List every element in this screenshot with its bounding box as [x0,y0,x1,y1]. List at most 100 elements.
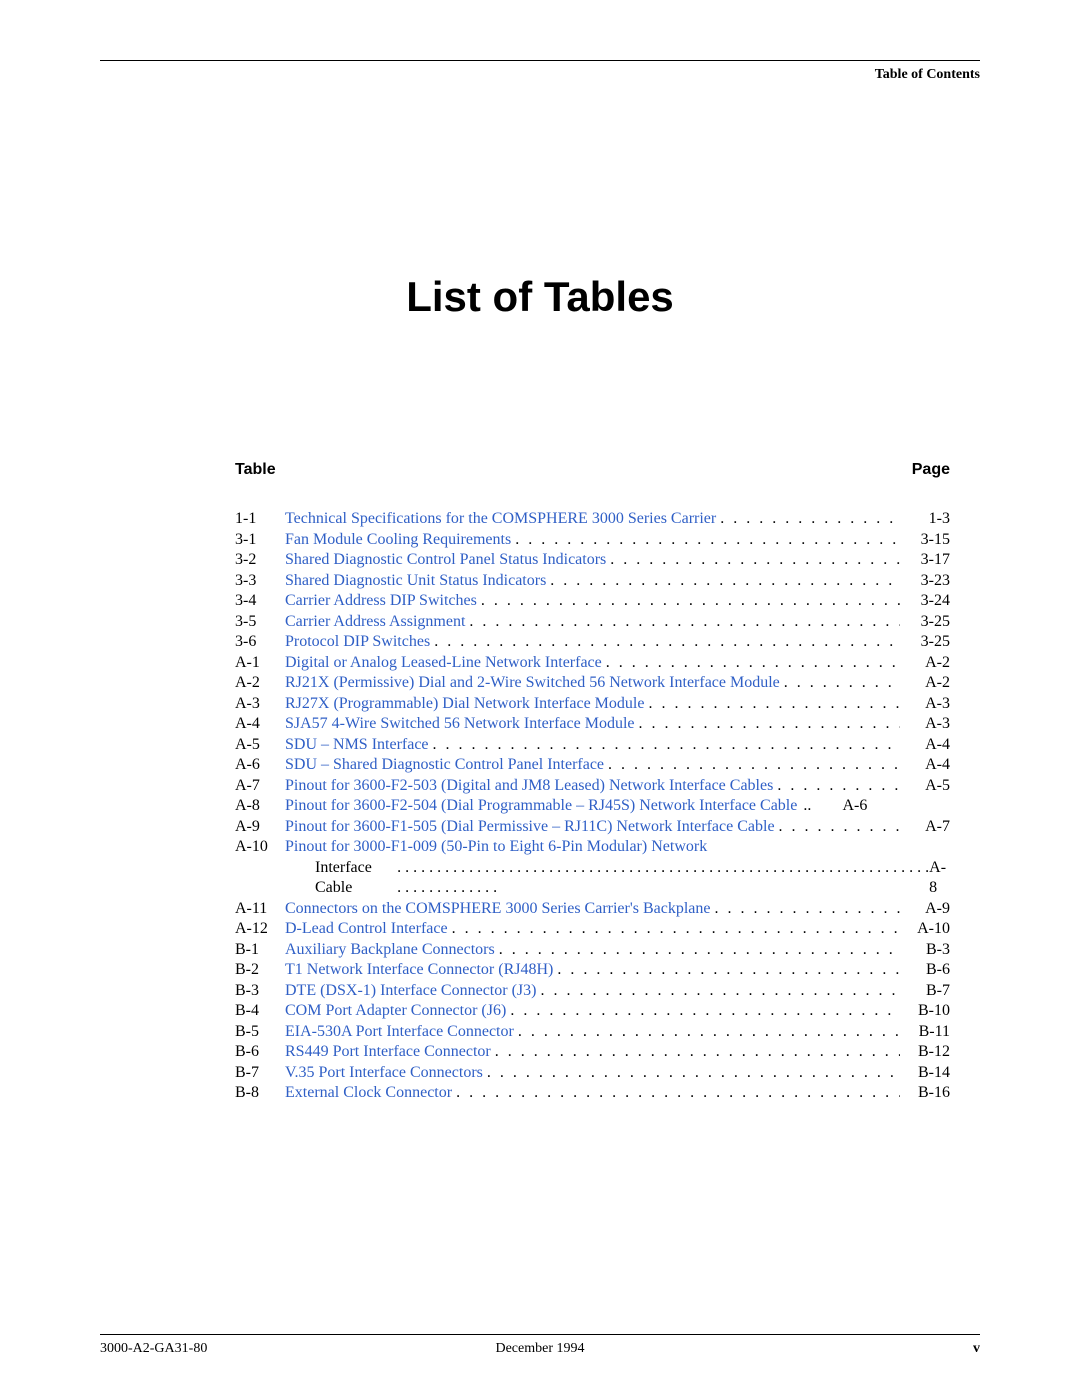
entry-link[interactable]: Connectors on the COMSPHERE 3000 Series … [285,899,710,920]
entry-link[interactable]: Pinout for 3600-F1-505 (Dial Permissive … [285,817,775,838]
toc-entry: A-8Pinout for 3600-F2-504 (Dial Programm… [235,796,950,817]
entry-number: B-7 [235,1063,285,1084]
entry-number: 1-1 [235,509,285,530]
header-label: Table of Contents [100,67,980,83]
leader-dots: . . . . . . . . . . . . . . . . . . . . … [536,981,900,1002]
toc-entry: B-3DTE (DSX-1) Interface Connector (J3).… [235,981,950,1002]
leader-dots: . . . . . . . . . . . . . . . . . . . . … [773,776,900,797]
entry-number: A-12 [235,919,285,940]
leader-dots: . . . . . . . . . . . . . . . . . . . . … [491,1042,900,1063]
col-table-label: Table [235,461,276,479]
entry-link[interactable]: Pinout for 3600-F2-504 (Dial Programmabl… [285,796,797,817]
entry-number: B-2 [235,960,285,981]
entry-link[interactable]: Shared Diagnostic Control Panel Status I… [285,550,606,571]
entry-link[interactable]: T1 Network Interface Connector (RJ48H) [285,960,553,981]
entry-page: 3-23 [900,571,950,592]
entry-page: A-6 [817,796,867,817]
entry-number: 3-5 [235,612,285,633]
footer-left: 3000-A2-GA31-80 [100,1341,207,1357]
entry-link[interactable]: Pinout for 3600-F2-503 (Digital and JM8 … [285,776,773,797]
entry-number: 3-1 [235,530,285,551]
entry-link[interactable]: V.35 Port Interface Connectors [285,1063,483,1084]
entry-number: A-11 [235,899,285,920]
entry-number: A-5 [235,735,285,756]
entry-link[interactable]: RS449 Port Interface Connector [285,1042,491,1063]
leader-dots: . . . . . . . . . . . . . . . . . . . . … [606,550,900,571]
toc-entry: 3-4Carrier Address DIP Switches. . . . .… [235,591,950,612]
leader-dots: . . . . . . . . . . . . . . . . . . . . … [506,1001,900,1022]
leader-dots: .. [797,796,817,817]
entry-page: A-8 [929,858,950,899]
entry-link[interactable]: RJ27X (Programmable) Dial Network Interf… [285,694,644,715]
entry-link[interactable]: Interface Cable [315,858,397,899]
leader-dots: . . . . . . . . . . . . . . . . . . . . … [465,612,900,633]
entry-number: B-5 [235,1022,285,1043]
entry-page: A-2 [900,673,950,694]
leader-dots: . . . . . . . . . . . . . . . . . . . . … [477,591,900,612]
entry-number: B-1 [235,940,285,961]
entry-link[interactable]: Protocol DIP Switches [285,632,430,653]
entry-link[interactable]: External Clock Connector [285,1083,452,1104]
toc-container: Table Page 1-1Technical Specifications f… [235,461,950,1104]
leader-dots: . . . . . . . . . . . . . . . . . . . . … [716,509,900,530]
leader-dots: . . . . . . . . . . . . . . . . . . . . … [452,1083,900,1104]
entry-link[interactable]: DTE (DSX-1) Interface Connector (J3) [285,981,536,1002]
entry-page: 3-24 [900,591,950,612]
entry-link[interactable]: Carrier Address Assignment [285,612,465,633]
leader-dots: . . . . . . . . . . . . . . . . . . . . … [483,1063,900,1084]
toc-entry: B-7V.35 Port Interface Connectors. . . .… [235,1063,950,1084]
entry-page: B-14 [900,1063,950,1084]
leader-dots: . . . . . . . . . . . . . . . . . . . . … [553,960,900,981]
entry-link[interactable]: Pinout for 3000-F1-009 (50-Pin to Eight … [285,837,707,858]
entry-link[interactable]: SJA57 4-Wire Switched 56 Network Interfa… [285,714,634,735]
toc-entry: A-3 RJ27X (Programmable) Dial Network Int… [235,694,950,715]
entry-number: A-6 [235,755,285,776]
entry-link[interactable]: D-Lead Control Interface [285,919,448,940]
toc-entry: 1-1Technical Specifications for the COMS… [235,509,950,530]
entry-page: 3-15 [900,530,950,551]
entry-number: B-6 [235,1042,285,1063]
entry-page: B-10 [900,1001,950,1022]
entry-link[interactable]: SDU – Shared Diagnostic Control Panel In… [285,755,604,776]
entry-number: A-7 [235,776,285,797]
entry-page: A-4 [900,755,950,776]
leader-dots: . . . . . . . . . . . . . . . . . . . . … [775,817,900,838]
col-page-label: Page [912,461,950,479]
toc-entry: A-5SDU – NMS Interface. . . . . . . . . … [235,735,950,756]
entry-number: 3-6 [235,632,285,653]
entry-link[interactable]: RJ21X (Permissive) Dial and 2-Wire Switc… [285,673,780,694]
toc-entry: 3-2Shared Diagnostic Control Panel Statu… [235,550,950,571]
toc-entry: A-2RJ21X (Permissive) Dial and 2-Wire Sw… [235,673,950,694]
entry-page: 3-17 [900,550,950,571]
toc-entry: A-6SDU – Shared Diagnostic Control Panel… [235,755,950,776]
entry-link[interactable]: Technical Specifications for the COMSPHE… [285,509,716,530]
toc-entry: B-2T1 Network Interface Connector (RJ48H… [235,960,950,981]
entry-page: A-3 [900,694,950,715]
entry-link[interactable]: SDU – NMS Interface [285,735,429,756]
entry-number: B-3 [235,981,285,1002]
toc-entry-continuation: Interface Cable. . . . . . . . . . . . .… [235,858,950,899]
entry-page: 3-25 [900,612,950,633]
entry-link[interactable]: Auxiliary Backplane Connectors [285,940,495,961]
entry-page: A-4 [900,735,950,756]
column-headers: Table Page [235,461,950,479]
entry-link[interactable]: Fan Module Cooling Requirements [285,530,511,551]
entry-link[interactable]: Carrier Address DIP Switches [285,591,477,612]
toc-entry: A-1Digital or Analog Leased-Line Network… [235,653,950,674]
entry-page: A-3 [900,714,950,735]
leader-dots: . . . . . . . . . . . . . . . . . . . . … [429,735,900,756]
leader-dots: . . . . . . . . . . . . . . . . . . . . … [511,530,900,551]
leader-dots: . . . . . . . . . . . . . . . . . . . . … [514,1022,900,1043]
entry-page: B-16 [900,1083,950,1104]
entry-link[interactable]: EIA-530A Port Interface Connector [285,1022,514,1043]
toc-entry: 3-3Shared Diagnostic Unit Status Indicat… [235,571,950,592]
toc-entry: B-6RS449 Port Interface Connector. . . .… [235,1042,950,1063]
entry-page: B-6 [900,960,950,981]
entry-number: A-2 [235,673,285,694]
header-rule [100,60,980,61]
leader-dots: . . . . . . . . . . . . . . . . . . . . … [495,940,900,961]
entry-link[interactable]: Shared Diagnostic Unit Status Indicators [285,571,546,592]
entry-link[interactable]: COM Port Adapter Connector (J6) [285,1001,506,1022]
entry-page: A-2 [900,653,950,674]
entry-link[interactable]: Digital or Analog Leased-Line Network In… [285,653,602,674]
